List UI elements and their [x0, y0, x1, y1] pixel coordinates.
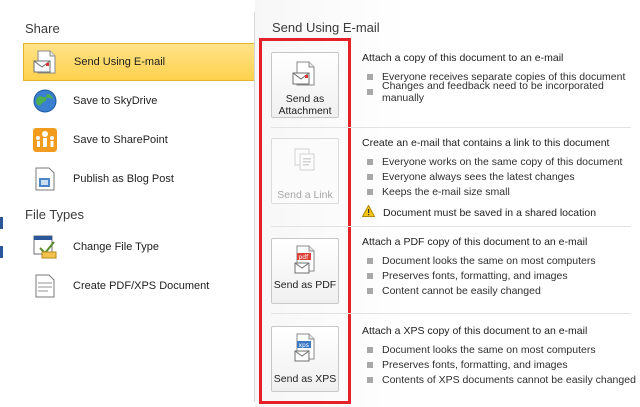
svg-text:pdf: pdf: [299, 254, 310, 261]
bullet-icon: [367, 257, 373, 264]
button-label: Send as Attachment: [278, 93, 332, 117]
list-item: Contents of XPS documents cannot be easi…: [362, 372, 637, 387]
separator: [271, 226, 631, 227]
bullet-icon: [367, 88, 373, 95]
nav-label: Save to SkyDrive: [73, 95, 158, 107]
nav-label: Create PDF/XPS Document: [73, 280, 210, 292]
nav-label: Change File Type: [73, 241, 160, 253]
sharepoint-icon: [29, 124, 61, 156]
send-as-pdf-button[interactable]: pdf Send as PDF: [271, 238, 339, 304]
send-as-xps-button[interactable]: xps Send as XPS: [271, 326, 339, 392]
nav-save-to-sharepoint[interactable]: Save to SharePoint: [23, 121, 256, 159]
nav-label: Send Using E-mail: [74, 56, 166, 68]
globe-icon: [29, 85, 61, 117]
share-section-title: Share: [25, 21, 60, 36]
blog-icon: [29, 163, 61, 195]
button-label: Send a Link: [277, 189, 333, 201]
bullet-icon: [367, 272, 373, 279]
xps-description: Attach a XPS copy of this document to an…: [362, 325, 637, 387]
change-file-type-icon: [29, 231, 61, 263]
xps-icon: xps: [289, 333, 321, 363]
bullet-icon: [367, 287, 373, 294]
nav-publish-as-blog-post[interactable]: Publish as Blog Post: [23, 160, 256, 198]
option-description: Attach a PDF copy of this document to an…: [362, 236, 588, 248]
nav-send-using-email[interactable]: Send Using E-mail: [23, 43, 264, 81]
separator: [271, 313, 631, 314]
list-item: Changes and feedback need to be incorpor…: [362, 80, 637, 104]
nav-change-file-type[interactable]: Change File Type: [23, 228, 256, 266]
separator: [271, 127, 631, 128]
bullet-icon: [367, 346, 373, 353]
link-description: Create an e-mail that contains a link to…: [361, 137, 637, 220]
option-description: Create an e-mail that contains a link to…: [362, 137, 610, 149]
list-item: Preserves fonts, formatting, and images: [362, 357, 637, 372]
option-description: Attach a copy of this document to an e-m…: [362, 52, 564, 64]
bullet-icon: [367, 188, 373, 195]
list-item: Everyone always sees the latest changes: [362, 169, 637, 184]
pdf-xps-document-icon: [29, 270, 61, 302]
warning-icon: [361, 204, 376, 220]
attachment-description: Attach a copy of this document to an e-m…: [362, 52, 637, 104]
list-item: Keeps the e-mail size small: [362, 184, 637, 199]
email-icon: [30, 46, 62, 78]
bullet-icon: [367, 158, 373, 165]
nav-save-to-skydrive[interactable]: Save to SkyDrive: [23, 82, 256, 120]
email-attachment-icon: [289, 59, 321, 89]
panel-title: Send Using E-mail: [272, 20, 380, 35]
list-item: Document looks the same on most computer…: [362, 253, 637, 268]
button-label: Send as XPS: [273, 373, 337, 385]
nav-label: Save to SharePoint: [73, 134, 168, 146]
list-item: Everyone works on the same copy of this …: [362, 154, 637, 169]
button-label: Send as PDF: [273, 279, 337, 291]
bullet-icon: [367, 73, 373, 80]
svg-text:xps: xps: [299, 342, 310, 349]
pdf-icon: pdf: [289, 245, 321, 275]
bullet-icon: [367, 173, 373, 180]
option-description: Attach a XPS copy of this document to an…: [362, 325, 588, 337]
send-email-panel: Send Using E-mail Send as Attachment Att…: [255, 0, 640, 407]
bullet-icon: [367, 376, 373, 383]
list-item: Document looks the same on most computer…: [362, 342, 637, 357]
file-types-section-title: File Types: [25, 207, 85, 222]
send-a-link-button[interactable]: Send a Link: [271, 138, 339, 204]
nav-create-pdf-xps-document[interactable]: Create PDF/XPS Document: [23, 267, 256, 305]
bullet-icon: [367, 361, 373, 368]
edge-marker: [0, 217, 3, 229]
send-link-icon: [289, 145, 321, 175]
nav-label: Publish as Blog Post: [73, 173, 174, 185]
share-sidebar: Share Send Using E-mail Save to SkyDrive: [6, 0, 264, 407]
shared-location-warning: Document must be saved in a shared locat…: [361, 204, 637, 220]
send-as-attachment-button[interactable]: Send as Attachment: [271, 52, 339, 118]
list-item: Content cannot be easily changed: [362, 283, 637, 298]
list-item: Preserves fonts, formatting, and images: [362, 268, 637, 283]
pdf-description: Attach a PDF copy of this document to an…: [362, 236, 637, 298]
edge-marker: [0, 246, 3, 258]
